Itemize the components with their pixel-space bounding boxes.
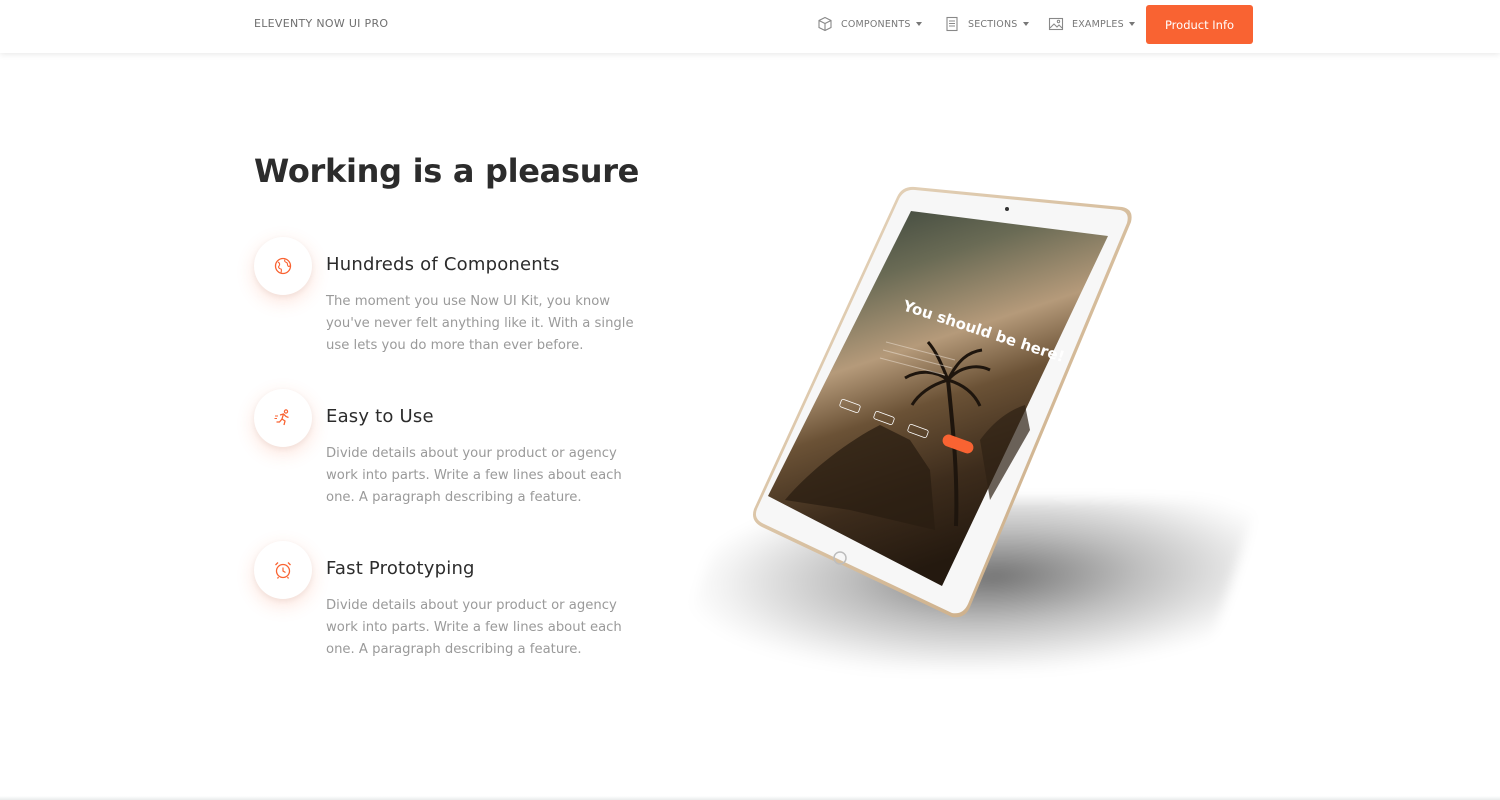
tablet-illustration: You should be here! bbox=[753, 186, 1132, 618]
feature-title: Easy to Use bbox=[326, 406, 434, 427]
feature-title: Hundreds of Components bbox=[326, 254, 560, 275]
nav-components-dropdown[interactable]: COMPONENTS bbox=[817, 14, 922, 34]
next-section-edge bbox=[0, 796, 1500, 800]
feature-description: Divide details about your product or age… bbox=[326, 446, 622, 505]
nav-examples-dropdown[interactable]: EXAMPLES bbox=[1048, 14, 1135, 34]
nav-sections-dropdown[interactable]: SECTIONS bbox=[944, 14, 1029, 34]
nav-examples-label: EXAMPLES bbox=[1072, 18, 1124, 30]
tablet-mockup: You should be here! bbox=[672, 170, 1258, 690]
feature-icon-circle bbox=[254, 541, 312, 599]
globe-icon bbox=[274, 257, 292, 275]
feature-title: Fast Prototyping bbox=[326, 558, 475, 579]
alarm-clock-icon bbox=[275, 562, 291, 579]
document-icon bbox=[944, 16, 960, 32]
feature-description: The moment you use Now UI Kit, you know … bbox=[326, 294, 634, 353]
chevron-down-icon bbox=[1128, 22, 1135, 26]
box-icon bbox=[817, 16, 833, 32]
feature-icon-circle bbox=[254, 237, 312, 295]
navbar: ELEVENTY NOW UI PRO COMPONENTS SECTIONS … bbox=[0, 0, 1500, 53]
chevron-down-icon bbox=[1022, 22, 1029, 26]
product-info-button[interactable]: Product Info bbox=[1146, 5, 1253, 44]
feature-icon-circle bbox=[254, 389, 312, 447]
section-title: Working is a pleasure bbox=[254, 152, 640, 190]
image-icon bbox=[1048, 16, 1064, 32]
brand-logo-text[interactable]: ELEVENTY NOW UI PRO bbox=[254, 17, 388, 30]
feature-description: Divide details about your product or age… bbox=[326, 598, 622, 657]
chevron-down-icon bbox=[915, 22, 922, 26]
runner-icon bbox=[274, 409, 289, 426]
nav-components-label: COMPONENTS bbox=[841, 18, 911, 30]
nav-sections-label: SECTIONS bbox=[968, 18, 1018, 30]
